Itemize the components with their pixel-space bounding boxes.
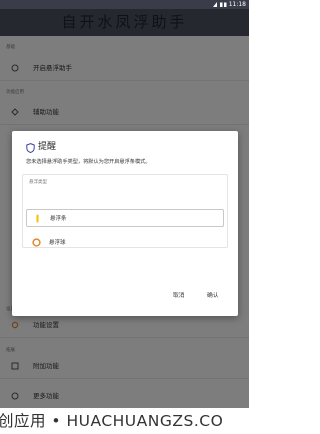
- status-time: 11:18: [228, 1, 246, 8]
- reminder-dialog: 提醒 您未选择悬浮助手类型，将默认为您开启悬浮条模式。 悬浮类型 悬浮条 悬浮球…: [12, 131, 238, 316]
- cancel-button[interactable]: 取消: [173, 291, 185, 301]
- group-label: 悬浮类型: [29, 180, 47, 185]
- status-bar: 11:18: [0, 0, 249, 9]
- dialog-title: 提醒: [38, 142, 57, 152]
- ball-icon: [32, 238, 41, 247]
- watermark-text: 创应用 • HUACHUANGZS.CO: [0, 412, 224, 430]
- option-label: 悬浮球: [49, 240, 66, 246]
- confirm-button[interactable]: 确认: [207, 291, 219, 301]
- shield-icon: [26, 143, 35, 153]
- bar-icon: [36, 214, 39, 223]
- watermark-bar: 创应用 • HUACHUANGZS.CO: [0, 408, 249, 434]
- dialog-message: 您未选择悬浮助手类型，将默认为您开启悬浮条模式。: [26, 159, 151, 165]
- option-label: 悬浮条: [50, 216, 67, 222]
- option-floating-bar[interactable]: 悬浮条: [26, 209, 224, 227]
- option-floating-ball[interactable]: 悬浮球: [26, 234, 224, 252]
- signal-battery-icon: [213, 2, 227, 7]
